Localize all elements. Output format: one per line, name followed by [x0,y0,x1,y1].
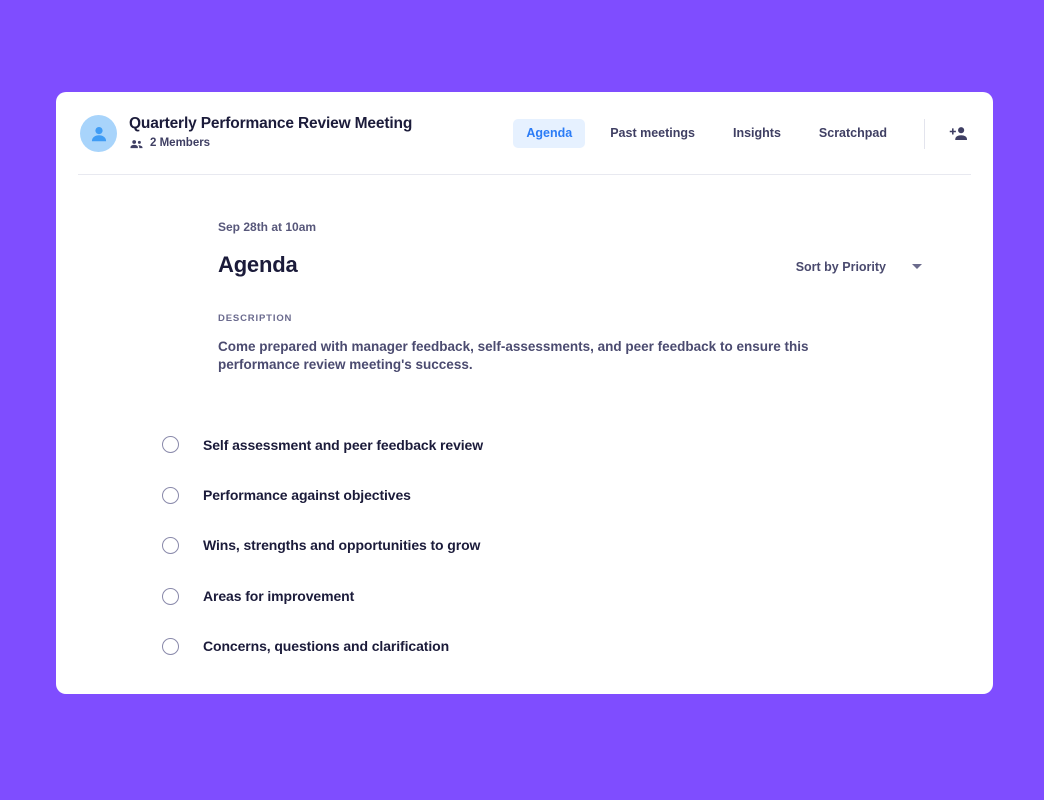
list-item[interactable]: Areas for improvement [162,571,971,621]
radio-unchecked-icon[interactable] [162,537,179,555]
agenda-item-label: Self assessment and peer feedback review [203,436,484,453]
list-item[interactable]: Wins, strengths and opportunities to gro… [162,521,971,571]
card-header: Quarterly Performance Review Meeting 2 M… [56,92,993,175]
avatar [80,115,117,152]
agenda-heading: Agenda [218,252,298,277]
agenda-list: Self assessment and peer feedback review… [162,420,971,672]
person-add-icon [948,123,969,144]
members-row[interactable]: 2 Members [129,137,412,152]
agenda-item-label: Concerns, questions and clarification [203,638,450,655]
list-item[interactable]: Performance against objectives [162,470,971,520]
meeting-datetime: Sep 28th at 10am [218,220,317,234]
meeting-identity: Quarterly Performance Review Meeting 2 M… [80,115,412,152]
agenda-title-row: Agenda Sort by Priority [218,254,971,276]
page-title: Quarterly Performance Review Meeting [129,115,413,133]
agenda-item-label: Areas for improvement [203,587,355,604]
description-text: Come prepared with manager feedback, sel… [218,338,809,373]
radio-unchecked-icon[interactable] [162,436,179,454]
people-icon [129,137,144,152]
header-divider-vertical [924,118,925,149]
identity-text: Quarterly Performance Review Meeting 2 M… [129,115,412,151]
list-item[interactable]: Self assessment and peer feedback review [162,420,971,470]
header-nav: Agenda Past meetings Insights Scratchpad [513,118,971,149]
list-item[interactable]: Concerns, questions and clarification [162,621,971,671]
person-avatar-icon [87,122,111,146]
radio-unchecked-icon[interactable] [162,587,179,605]
card-body: Sep 28th at 10am Agenda Sort by Priority… [56,175,993,672]
chevron-down-icon [912,264,922,270]
description-block: DESCRIPTION Come prepared with manager f… [218,314,971,375]
sort-dropdown[interactable]: Sort by Priority [795,259,922,274]
header-bottom-divider [78,174,971,175]
agenda-item-label: Wins, strengths and opportunities to gro… [203,537,481,554]
tab-past-meetings[interactable]: Past meetings [597,119,708,147]
add-member-button[interactable] [945,121,971,147]
tab-scratchpad[interactable]: Scratchpad [806,119,900,147]
meeting-card: Quarterly Performance Review Meeting 2 M… [56,92,993,694]
members-count-label: 2 Members [150,137,211,150]
tab-agenda[interactable]: Agenda [513,119,586,148]
agenda-item-label: Performance against objectives [203,486,411,503]
sort-dropdown-label: Sort by Priority [795,259,886,274]
tab-insights[interactable]: Insights [720,119,794,147]
app-root: Quarterly Performance Review Meeting 2 M… [0,0,1044,800]
radio-unchecked-icon[interactable] [162,638,179,655]
description-label: DESCRIPTION [218,313,293,324]
radio-unchecked-icon[interactable] [162,486,179,504]
